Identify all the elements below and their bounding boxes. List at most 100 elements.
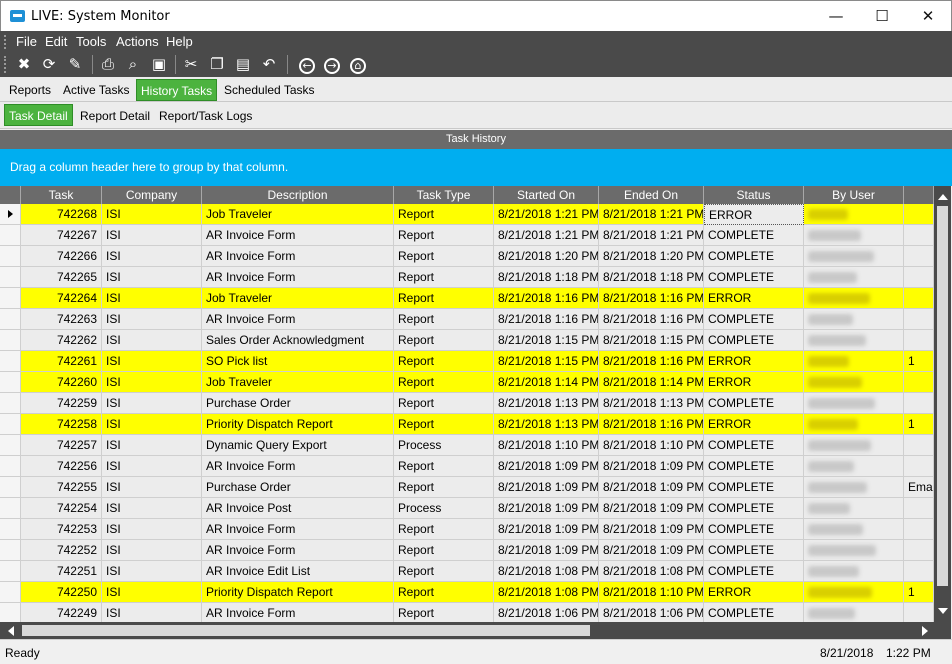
- cell-by-user[interactable]: [804, 414, 904, 435]
- cell-by-user[interactable]: [804, 519, 904, 540]
- cell-started-on[interactable]: 8/21/2018 1:20 PM: [494, 246, 599, 267]
- minimize-button[interactable]: —: [813, 1, 859, 32]
- cell-ended-on[interactable]: 8/21/2018 1:09 PM: [599, 498, 704, 519]
- menu-edit[interactable]: Edit: [45, 34, 67, 49]
- table-row[interactable]: 742252 ISI AR Invoice Form Report 8/21/2018 …: [0, 540, 934, 561]
- cell-task[interactable]: 742261: [21, 351, 102, 372]
- cell-by-user[interactable]: [804, 540, 904, 561]
- cell-status[interactable]: COMPLETE: [704, 603, 804, 622]
- cell-task-type[interactable]: Report: [394, 225, 494, 246]
- row-indicator[interactable]: [0, 351, 21, 372]
- cell-task-type[interactable]: Report: [394, 204, 494, 225]
- table-row[interactable]: 742249 ISI AR Invoice Form Report 8/21/2018 …: [0, 603, 934, 622]
- cut-icon[interactable]: ✂: [180, 54, 202, 75]
- cell-task[interactable]: 742254: [21, 498, 102, 519]
- cell-company[interactable]: ISI: [102, 477, 202, 498]
- cell-ended-on[interactable]: 8/21/2018 1:21 PM: [599, 225, 704, 246]
- cell-task[interactable]: 742251: [21, 561, 102, 582]
- row-indicator[interactable]: [0, 582, 21, 603]
- cell-task-type[interactable]: Report: [394, 603, 494, 622]
- cell-task[interactable]: 742267: [21, 225, 102, 246]
- cell-status[interactable]: ERROR: [704, 288, 804, 309]
- vertical-scrollbar[interactable]: [934, 186, 951, 622]
- cell-started-on[interactable]: 8/21/2018 1:21 PM: [494, 204, 599, 225]
- cell-task[interactable]: 742257: [21, 435, 102, 456]
- menu-grip[interactable]: [4, 35, 7, 49]
- cell-started-on[interactable]: 8/21/2018 1:09 PM: [494, 540, 599, 561]
- cell-started-on[interactable]: 8/21/2018 1:15 PM: [494, 330, 599, 351]
- cell-by-user[interactable]: [804, 225, 904, 246]
- cell-task-type[interactable]: Report: [394, 414, 494, 435]
- row-indicator[interactable]: [0, 477, 21, 498]
- cell-status[interactable]: COMPLETE: [704, 225, 804, 246]
- cell-by-user[interactable]: [804, 309, 904, 330]
- cell-started-on[interactable]: 8/21/2018 1:09 PM: [494, 519, 599, 540]
- cell-company[interactable]: ISI: [102, 414, 202, 435]
- cell-status[interactable]: ERROR: [704, 414, 804, 435]
- tab-report-task-logs[interactable]: Report/Task Logs: [155, 105, 256, 127]
- cell-task[interactable]: 742252: [21, 540, 102, 561]
- cell-task-type[interactable]: Report: [394, 561, 494, 582]
- cell-company[interactable]: ISI: [102, 246, 202, 267]
- cell-description[interactable]: Job Traveler: [202, 288, 394, 309]
- cell-ended-on[interactable]: 8/21/2018 1:14 PM: [599, 372, 704, 393]
- column-header-task-type[interactable]: Task Type: [394, 186, 494, 204]
- row-indicator[interactable]: [0, 309, 21, 330]
- cell-started-on[interactable]: 8/21/2018 1:14 PM: [494, 372, 599, 393]
- cell-status[interactable]: COMPLETE: [704, 540, 804, 561]
- cell-status[interactable]: COMPLETE: [704, 393, 804, 414]
- cell-by-user[interactable]: [804, 372, 904, 393]
- row-indicator[interactable]: [0, 330, 21, 351]
- print-preview-icon[interactable]: ⌕: [122, 54, 144, 75]
- cell-description[interactable]: AR Invoice Form: [202, 309, 394, 330]
- cell-by-user[interactable]: [804, 204, 904, 225]
- cell-company[interactable]: ISI: [102, 351, 202, 372]
- cell-task-type[interactable]: Report: [394, 456, 494, 477]
- cell-company[interactable]: ISI: [102, 456, 202, 477]
- cell-extra[interactable]: [904, 393, 934, 414]
- column-header-task[interactable]: Task: [21, 186, 102, 204]
- cell-ended-on[interactable]: 8/21/2018 1:08 PM: [599, 561, 704, 582]
- cell-extra[interactable]: [904, 246, 934, 267]
- cell-extra[interactable]: 1: [904, 582, 934, 603]
- cell-task-type[interactable]: Process: [394, 435, 494, 456]
- cell-task-type[interactable]: Report: [394, 540, 494, 561]
- cell-started-on[interactable]: 8/21/2018 1:09 PM: [494, 498, 599, 519]
- cell-task[interactable]: 742256: [21, 456, 102, 477]
- cell-extra[interactable]: [904, 309, 934, 330]
- column-header-by-user[interactable]: By User: [804, 186, 904, 204]
- cell-by-user[interactable]: [804, 477, 904, 498]
- table-row[interactable]: 742266 ISI AR Invoice Form Report 8/21/2018 …: [0, 246, 934, 267]
- cell-extra[interactable]: [904, 204, 934, 225]
- cell-status[interactable]: COMPLETE: [704, 330, 804, 351]
- paste-icon[interactable]: ▤: [232, 54, 254, 75]
- cell-description[interactable]: SO Pick list: [202, 351, 394, 372]
- clear-icon[interactable]: ✎: [64, 54, 86, 75]
- cell-extra[interactable]: [904, 561, 934, 582]
- table-row[interactable]: 742254 ISI AR Invoice Post Process 8/21/2018…: [0, 498, 934, 519]
- cell-extra[interactable]: [904, 519, 934, 540]
- cell-task-type[interactable]: Report: [394, 246, 494, 267]
- column-header-extra[interactable]: [904, 186, 934, 204]
- cell-by-user[interactable]: [804, 246, 904, 267]
- table-row[interactable]: 742259 ISI Purchase Order Report 8/21/2018 1…: [0, 393, 934, 414]
- cell-company[interactable]: ISI: [102, 603, 202, 622]
- cell-ended-on[interactable]: 8/21/2018 1:20 PM: [599, 246, 704, 267]
- cell-company[interactable]: ISI: [102, 372, 202, 393]
- column-header-company[interactable]: Company: [102, 186, 202, 204]
- cell-company[interactable]: ISI: [102, 582, 202, 603]
- tab-reports[interactable]: Reports: [5, 79, 55, 101]
- cell-ended-on[interactable]: 8/21/2018 1:16 PM: [599, 288, 704, 309]
- tab-scheduled-tasks[interactable]: Scheduled Tasks: [220, 79, 319, 101]
- cell-task-type[interactable]: Report: [394, 309, 494, 330]
- tab-active-tasks[interactable]: Active Tasks: [59, 79, 133, 101]
- cell-ended-on[interactable]: 8/21/2018 1:10 PM: [599, 582, 704, 603]
- maximize-button[interactable]: ☐: [859, 1, 905, 32]
- cell-task-type[interactable]: Process: [394, 498, 494, 519]
- cell-company[interactable]: ISI: [102, 498, 202, 519]
- cell-started-on[interactable]: 8/21/2018 1:16 PM: [494, 288, 599, 309]
- table-row[interactable]: 742263 ISI AR Invoice Form Report 8/21/2018 …: [0, 309, 934, 330]
- scroll-up-icon[interactable]: [938, 194, 948, 200]
- row-indicator[interactable]: [0, 204, 21, 225]
- cell-task[interactable]: 742250: [21, 582, 102, 603]
